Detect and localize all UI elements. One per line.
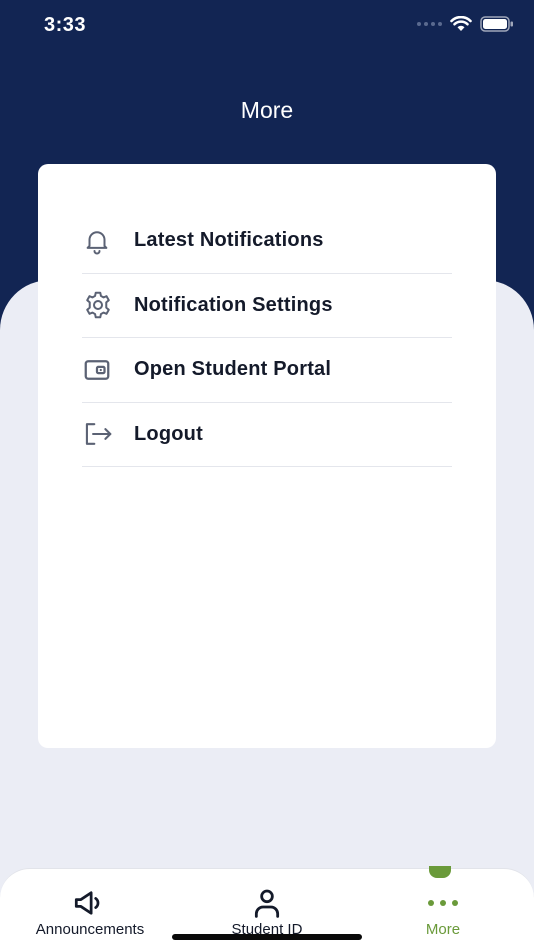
cellular-signal-icon	[417, 22, 442, 26]
menu-item-label: Notification Settings	[134, 293, 333, 316]
tab-label: More	[425, 921, 461, 938]
menu-item-logout[interactable]: Logout	[82, 403, 452, 467]
tab-announcements[interactable]: Announcements	[10, 887, 170, 938]
menu-item-label: Latest Notifications	[134, 229, 324, 252]
home-indicator[interactable]	[172, 934, 362, 940]
tab-label: Announcements	[35, 921, 145, 938]
tab-student-id[interactable]: Student ID	[187, 887, 347, 938]
megaphone-icon	[10, 887, 170, 919]
tab-more[interactable]: More	[363, 887, 523, 938]
logout-icon	[82, 418, 134, 450]
wifi-icon	[450, 16, 472, 31]
menu-list: Latest Notifications Notification Settin…	[82, 209, 452, 467]
gear-icon	[82, 289, 134, 321]
menu-item-notification-settings[interactable]: Notification Settings	[82, 274, 452, 338]
wallet-icon	[82, 354, 134, 386]
bell-icon	[82, 225, 134, 257]
active-tab-indicator	[429, 866, 451, 878]
more-dots-icon	[363, 887, 523, 919]
menu-item-open-student-portal[interactable]: Open Student Portal	[82, 338, 452, 403]
menu-card: Latest Notifications Notification Settin…	[38, 164, 496, 748]
menu-item-label: Logout	[134, 422, 203, 445]
menu-item-label: Open Student Portal	[134, 358, 332, 381]
page-title: More	[240, 97, 294, 123]
menu-item-latest-notifications[interactable]: Latest Notifications	[82, 209, 452, 274]
status-icons	[417, 16, 514, 32]
person-icon	[187, 887, 347, 919]
status-time: 3:33	[44, 14, 87, 36]
battery-icon	[480, 16, 513, 32]
status-bar: 3:33	[0, 0, 534, 54]
